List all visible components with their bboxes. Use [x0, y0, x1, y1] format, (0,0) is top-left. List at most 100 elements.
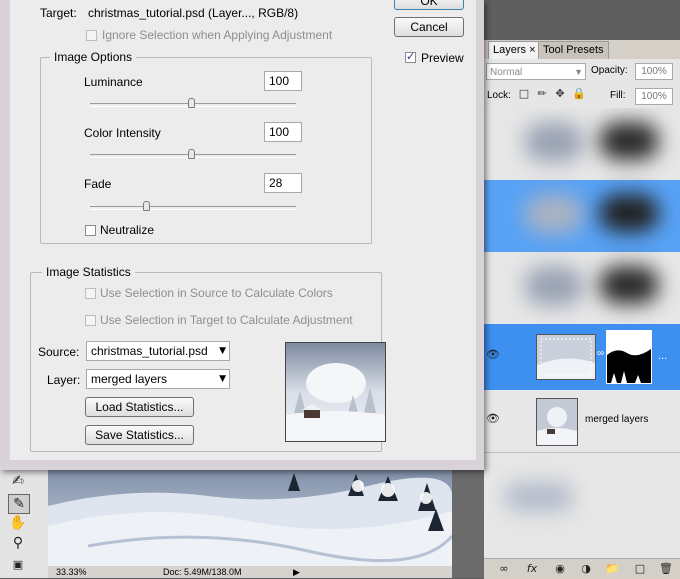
lock-label: Lock:	[487, 90, 511, 101]
eyedropper-icon[interactable]: ✎	[8, 494, 30, 514]
lock-all-icon[interactable]: 🔒	[572, 88, 586, 100]
layer-row-merged-layers[interactable]: 👁 merged layers	[484, 390, 680, 453]
use-target-selection-checkbox[interactable]	[85, 315, 96, 326]
use-source-selection-label: Use Selection in Source to Calculate Col…	[100, 286, 333, 300]
close-icon[interactable]: ×	[529, 44, 535, 56]
doc-size: Doc: 5.49M/138.0M	[163, 567, 242, 577]
neutralize-label: Neutralize	[100, 223, 155, 237]
fx-icon[interactable]: fx	[524, 562, 540, 576]
eye-icon[interactable]: 👁	[486, 348, 500, 361]
layers-footer: ∞ fx ◉ ◑ 📁 □ 🗑	[484, 558, 680, 579]
source-label: Source:	[38, 345, 80, 359]
lock-move-icon[interactable]: ✥	[554, 88, 566, 100]
preview-label: Preview	[421, 51, 464, 65]
hand-icon[interactable]: ✋	[8, 514, 28, 532]
ok-button[interactable]: OK	[394, 0, 464, 10]
blurred-thumb	[504, 482, 574, 512]
color-intensity-label: Color Intensity	[84, 126, 161, 140]
layer-select-value: merged layers	[91, 372, 168, 386]
luminance-input[interactable]: 100	[264, 71, 302, 91]
opacity-label: Opacity:	[591, 65, 628, 76]
load-statistics-button[interactable]: Load Statistics...	[85, 397, 194, 417]
use-source-selection-checkbox[interactable]	[85, 288, 96, 299]
target-value: christmas_tutorial.psd (Layer..., RGB/8)	[88, 6, 299, 20]
new-layer-icon[interactable]: □	[632, 562, 648, 576]
layers-panel: Layers × Tool Presets Normal ▼ Opacity: 1…	[484, 0, 680, 579]
trash-icon[interactable]: 🗑	[658, 562, 674, 576]
link-icon[interactable]: ∞	[496, 562, 512, 576]
status-bar: 33.33% Doc: 5.49M/138.0M ▶	[48, 566, 468, 578]
folder-icon[interactable]: 📁	[604, 562, 620, 576]
blurred-mask	[599, 122, 659, 160]
color-intensity-input[interactable]: 100	[264, 122, 302, 142]
fade-label: Fade	[84, 177, 112, 191]
source-select[interactable]: christmas_tutorial.psd ▼	[86, 341, 230, 361]
match-color-dialog: Target: christmas_tutorial.psd (Layer...…	[0, 0, 484, 470]
layer-row-active[interactable]: 👁 ∞ ...	[484, 324, 680, 390]
blurred-thumb	[524, 266, 584, 306]
source-select-value: christmas_tutorial.psd	[91, 344, 208, 358]
blurred-mask	[599, 266, 659, 304]
save-statistics-button[interactable]: Save Statistics...	[85, 425, 194, 445]
cancel-button[interactable]: Cancel	[394, 17, 464, 37]
tools-panel: ✍ ✎ ✋ ⚲ ▣	[0, 470, 48, 578]
color-intensity-slider-thumb[interactable]	[188, 149, 195, 159]
dialog-body: Target: christmas_tutorial.psd (Layer...…	[10, 0, 476, 460]
layer-thumbnail-image	[537, 335, 595, 379]
tab-tool-presets-label: Tool Presets	[543, 44, 604, 56]
layer-label: Layer:	[47, 373, 81, 387]
ignore-selection-label: Ignore Selection when Applying Adjustmen…	[102, 28, 333, 42]
luminance-slider-thumb[interactable]	[188, 98, 195, 108]
chevron-down-icon: ▼	[219, 374, 226, 384]
tab-layers[interactable]: Layers ×	[488, 41, 541, 59]
tab-tool-presets[interactable]: Tool Presets	[538, 41, 609, 59]
blurred-mask	[599, 194, 659, 232]
snow-landscape-image	[48, 466, 452, 566]
status-menu-arrow-icon[interactable]: ▶	[293, 566, 300, 578]
winter-scene-image	[286, 343, 385, 441]
notes-tool-icon[interactable]: ✍	[8, 472, 28, 490]
blurred-thumb	[524, 194, 584, 234]
layer-name-ellipsis: ...	[658, 350, 668, 362]
lock-transparent-icon[interactable]: □	[518, 88, 530, 100]
layer-thumbnail[interactable]	[536, 398, 578, 446]
document-canvas[interactable]	[48, 466, 452, 566]
use-target-selection-label: Use Selection in Target to Calculate Adj…	[100, 313, 353, 327]
source-preview-thumbnail	[285, 342, 386, 442]
zoom-icon[interactable]: ⚲	[8, 534, 28, 552]
blurred-layer-row[interactable]	[484, 452, 680, 558]
color-swatch-icon[interactable]: ▣	[8, 556, 28, 574]
layer-thumbnail[interactable]	[536, 334, 596, 380]
neutralize-checkbox[interactable]	[85, 225, 96, 236]
zoom-level: 33.33%	[56, 567, 87, 577]
layer-thumbnail-image	[537, 399, 577, 445]
fade-slider-track[interactable]	[90, 206, 296, 210]
opacity-field[interactable]: 100%	[635, 63, 673, 80]
layer-mask-image	[607, 331, 651, 383]
eye-icon[interactable]: 👁	[486, 412, 500, 425]
ignore-selection-checkbox[interactable]	[86, 30, 97, 41]
target-label: Target:	[40, 6, 77, 20]
preview-checkbox[interactable]	[405, 50, 416, 63]
adjustment-icon[interactable]: ◑	[578, 562, 594, 576]
mask-icon[interactable]: ◉	[552, 562, 568, 576]
fill-label: Fill:	[610, 90, 626, 101]
tab-layers-label: Layers	[493, 44, 527, 56]
blurred-layer-row[interactable]	[484, 252, 680, 324]
link-icon[interactable]: ∞	[597, 348, 604, 359]
luminance-label: Luminance	[84, 75, 143, 89]
fade-slider-thumb[interactable]	[143, 201, 150, 211]
lock-brush-icon[interactable]: ✏	[536, 88, 548, 100]
panel-dock-top	[484, 0, 680, 40]
layer-select[interactable]: merged layers ▼	[86, 369, 230, 389]
fill-field[interactable]: 100%	[635, 88, 673, 105]
blend-mode-value: Normal	[490, 67, 523, 78]
blurred-layer-row[interactable]	[484, 108, 680, 180]
layer-name[interactable]: merged layers	[585, 414, 648, 425]
image-options-title: Image Options	[50, 50, 137, 64]
layer-mask-thumbnail[interactable]	[606, 330, 652, 384]
blend-mode-select[interactable]: Normal ▼	[486, 63, 586, 80]
chevron-down-icon: ▼	[219, 346, 226, 356]
blurred-layer-row[interactable]	[484, 180, 680, 252]
fade-input[interactable]: 28	[264, 173, 302, 193]
